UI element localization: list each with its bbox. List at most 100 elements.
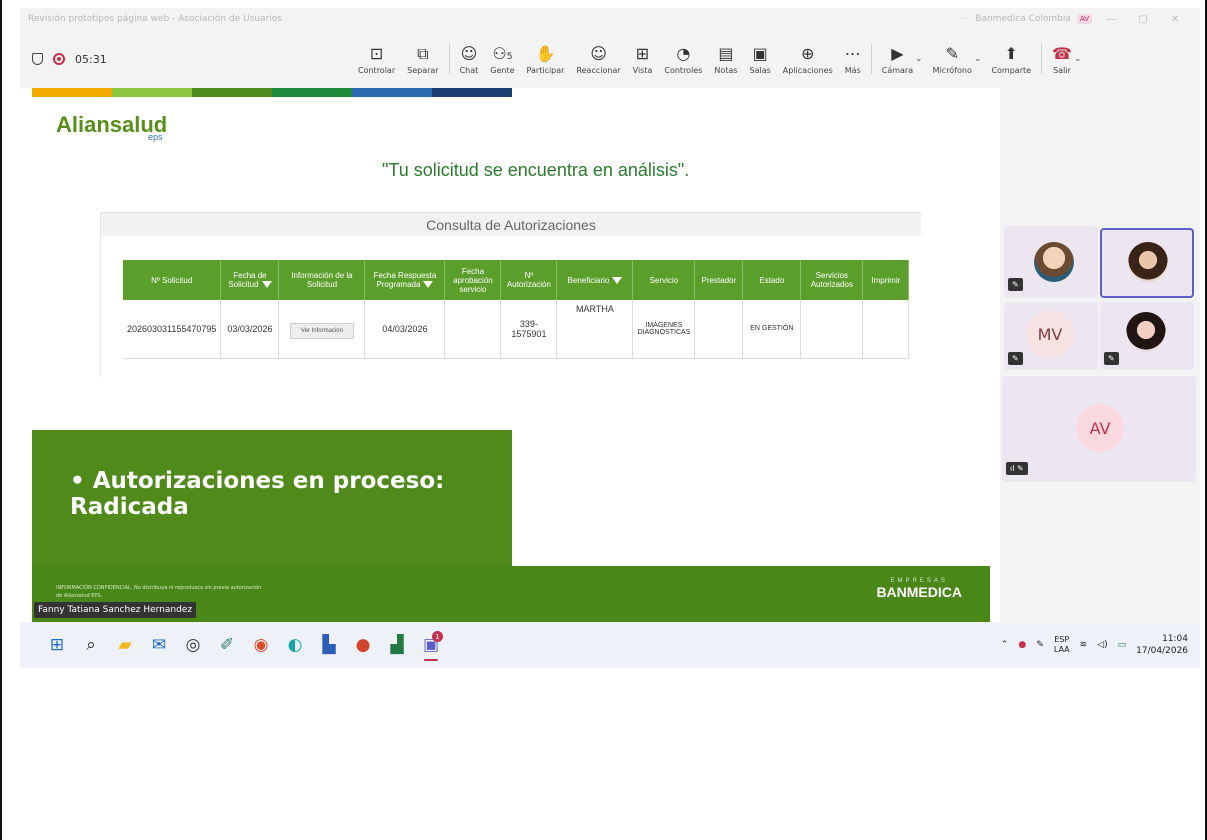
- col-respuesta[interactable]: Fecha Respuesta Programada: [364, 260, 446, 300]
- participant-initials: MV: [1026, 310, 1074, 358]
- close-button[interactable]: ✕: [1162, 14, 1188, 25]
- participant-photo: [1128, 242, 1168, 282]
- file-explorer-icon[interactable]: ▰: [109, 629, 141, 661]
- self-view-tile[interactable]: AV ıl ✎: [1002, 376, 1196, 482]
- mic-muted-icon[interactable]: ✎: [1036, 640, 1044, 650]
- excel-icon[interactable]: ▟: [381, 629, 413, 661]
- view-button[interactable]: ⊞ Vista: [633, 36, 653, 82]
- teams-badge: 1: [432, 631, 443, 642]
- stripe-segment: [352, 88, 432, 97]
- lang-top: ESP: [1054, 635, 1070, 644]
- search-icon[interactable]: ⌕: [75, 629, 107, 661]
- react-icon: ☺: [590, 43, 607, 63]
- language-indicator[interactable]: ESP LAA: [1054, 635, 1070, 655]
- participant-tile[interactable]: ✎: [1004, 226, 1098, 298]
- table-header-row: Nº Solicitud Fecha de Solicitud Informac…: [123, 260, 910, 300]
- outlook-icon[interactable]: ✉: [143, 629, 175, 661]
- chevron-down-icon[interactable]: ⌄: [974, 54, 982, 64]
- camera-button[interactable]: ▶ Cámara: [882, 36, 913, 82]
- start-icon[interactable]: ⊞: [41, 629, 73, 661]
- controls-button[interactable]: ◔ Controles: [664, 36, 702, 82]
- mic-off-icon: ✎: [945, 43, 959, 63]
- tray-app-icon[interactable]: ●: [1018, 640, 1026, 650]
- cell-estado: EN GESTIÓN: [742, 300, 802, 359]
- people-label: Gente: [490, 65, 515, 75]
- chevron-down-icon[interactable]: ⌄: [1074, 54, 1082, 64]
- volume-icon[interactable]: ◁): [1097, 640, 1107, 650]
- authorization-panel: Consulta de Autorizaciones Nº Solicitud …: [100, 212, 921, 377]
- filter-icon[interactable]: [612, 276, 623, 284]
- col-prestador: Prestador: [694, 260, 744, 300]
- aliansalud-logo: Aliansalud eps: [56, 112, 167, 142]
- participant-tile[interactable]: MV ✎: [1004, 302, 1098, 370]
- divider: [1041, 44, 1043, 74]
- minimize-button[interactable]: —: [1098, 14, 1124, 25]
- shared-slide: Aliansalud eps "Tu solicitud se encuentr…: [32, 88, 990, 622]
- whiteboard-icon[interactable]: ✐: [211, 629, 243, 661]
- col-fecha[interactable]: Fecha de Solicitud: [220, 260, 280, 300]
- filter-icon[interactable]: [423, 281, 434, 289]
- filter-icon[interactable]: [261, 281, 272, 289]
- people-glyph: ⚇: [492, 43, 507, 63]
- maximize-button[interactable]: ▢: [1130, 14, 1156, 25]
- col-autorizados: Servicios Autorizados: [800, 260, 864, 300]
- react-label: Reaccionar: [576, 65, 621, 75]
- raise-hand-button[interactable]: ✋ Participar: [527, 36, 565, 82]
- chrome-icon[interactable]: ◉: [245, 629, 277, 661]
- rooms-button[interactable]: ▣ Salas: [749, 36, 770, 82]
- mic-off-icon: ✎: [1008, 352, 1023, 365]
- control-label: Controlar: [358, 65, 396, 75]
- bullet-text: • Autorizaciones en proceso: Radicada: [70, 468, 445, 520]
- screen-frame: Revisión prototipos página web - Asociac…: [0, 0, 1207, 840]
- word-icon[interactable]: ▙: [313, 629, 345, 661]
- react-button[interactable]: ☺ Reaccionar: [576, 36, 620, 82]
- cell-autorizados: [800, 300, 864, 359]
- system-tray: ⌃ ● ✎ ESP LAA ≋ ◁) ▭ 11:04 17/04/2026: [1001, 633, 1188, 657]
- col-solicitud: Nº Solicitud: [123, 260, 222, 300]
- share-button[interactable]: ⬆ Comparte: [991, 36, 1031, 82]
- raise-hand-label: Participar: [526, 65, 565, 75]
- participants-panel: ✎ MV ✎ ✎ AV ıl ✎: [1000, 88, 1200, 622]
- table-row: 202603031155470795 03/03/2026 Ver Inform…: [123, 300, 910, 359]
- cell-solicitud: 202603031155470795: [123, 300, 222, 359]
- chevron-down-icon[interactable]: ⌄: [915, 54, 923, 64]
- pop-out-button[interactable]: ⧉ Separar: [407, 36, 438, 82]
- participant-tile-speaking[interactable]: [1100, 228, 1194, 298]
- col-beneficiario[interactable]: Beneficiario: [556, 260, 634, 300]
- chat-button[interactable]: ☺ Chat: [460, 36, 479, 82]
- teams-icon[interactable]: ▣ 1: [415, 629, 447, 661]
- edge-icon[interactable]: ◐: [279, 629, 311, 661]
- notes-icon: ▤: [718, 43, 734, 63]
- people-button[interactable]: ⚇5 Gente: [490, 36, 514, 82]
- apps-button[interactable]: ⊕ Aplicaciones: [783, 36, 833, 82]
- chat-icon: ☺: [460, 43, 478, 63]
- meeting-toolbar: 05:31 ⊡ Controlar ⧉ Separar ☺ Chat ⚇5 Gente …: [20, 30, 1200, 88]
- copilot-icon[interactable]: ◎: [177, 629, 209, 661]
- color-stripe: [32, 88, 512, 97]
- chevron-up-icon[interactable]: ⌃: [1001, 640, 1009, 650]
- control-button[interactable]: ⊡ Controlar: [358, 36, 395, 82]
- bullet-box: • Autorizaciones en proceso: Radicada: [32, 430, 512, 566]
- controls-label: Controles: [664, 65, 703, 75]
- share-icon: ⬆: [1004, 43, 1018, 63]
- stripe-segment: [272, 88, 352, 97]
- mic-button[interactable]: ✎ Micrófono: [933, 36, 972, 82]
- battery-icon[interactable]: ▭: [1118, 640, 1127, 650]
- camera-off-icon: ▶: [891, 43, 904, 63]
- apps-label: Aplicaciones: [782, 65, 833, 75]
- clock[interactable]: 11:04 17/04/2026: [1136, 633, 1188, 657]
- cell-servicio: IMÁGENES DIAGNÓSTICAS: [632, 300, 696, 359]
- more-button[interactable]: ⋯ Más: [845, 36, 861, 82]
- stripe-segment: [32, 88, 112, 97]
- wifi-icon[interactable]: ≋: [1080, 640, 1088, 650]
- ver-informacion-button[interactable]: Ver Información: [289, 322, 354, 339]
- participant-tile[interactable]: ✎: [1100, 302, 1194, 370]
- chat-label: Chat: [459, 65, 479, 75]
- share-label: Comparte: [991, 65, 1032, 75]
- brand-name: BANMEDICA: [876, 584, 962, 600]
- powerpoint-icon[interactable]: ●: [347, 629, 379, 661]
- notes-button[interactable]: ▤ Notas: [714, 36, 737, 82]
- user-avatar[interactable]: AV: [1076, 14, 1092, 24]
- ellipsis-icon[interactable]: ⋯: [960, 14, 969, 24]
- leave-button[interactable]: ☎ Salir: [1052, 36, 1072, 82]
